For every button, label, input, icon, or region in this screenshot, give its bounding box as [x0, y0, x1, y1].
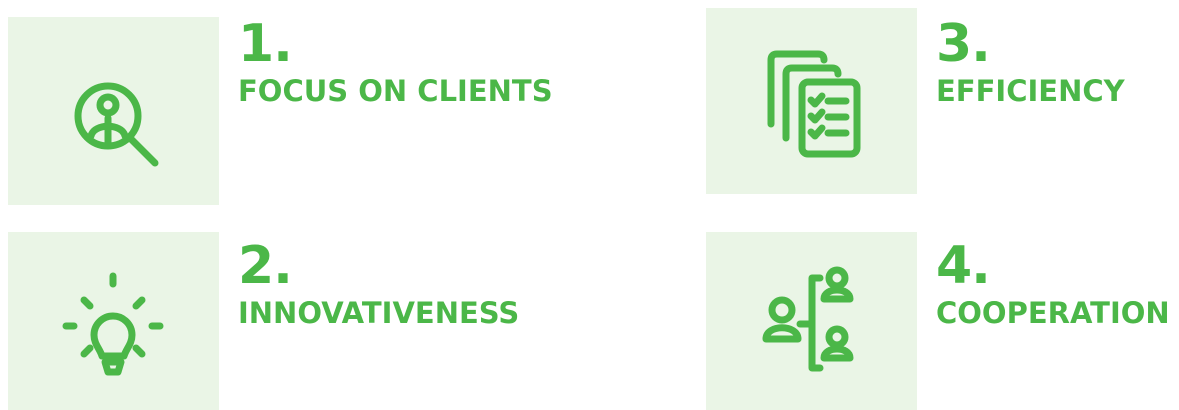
item-label: FOCUS ON CLIENTS — [238, 74, 553, 108]
item-number: 4. — [936, 236, 991, 296]
client-search-icon — [74, 82, 159, 167]
value-item-2: 2. INNOVATIVENESS — [238, 240, 519, 330]
value-item-4: 4. COOPERATION — [936, 240, 1170, 330]
value-item-3: 3. EFFICIENCY — [936, 18, 1125, 108]
value-tile-efficiency — [706, 8, 917, 194]
value-tile-innovativeness — [8, 232, 219, 410]
item-label: COOPERATION — [936, 296, 1170, 330]
lightbulb-icon — [62, 272, 164, 376]
value-tile-cooperation — [706, 232, 917, 410]
value-item-1: 1. FOCUS ON CLIENTS — [238, 18, 553, 108]
value-tile-focus-on-clients — [8, 17, 219, 205]
team-cooperation-icon — [762, 266, 854, 372]
item-number: 2. — [238, 236, 293, 296]
item-label: EFFICIENCY — [936, 74, 1125, 108]
item-number: 3. — [936, 14, 991, 74]
item-label: INNOVATIVENESS — [238, 296, 520, 330]
item-number: 1. — [238, 14, 293, 74]
checklist-documents-icon — [767, 50, 861, 158]
